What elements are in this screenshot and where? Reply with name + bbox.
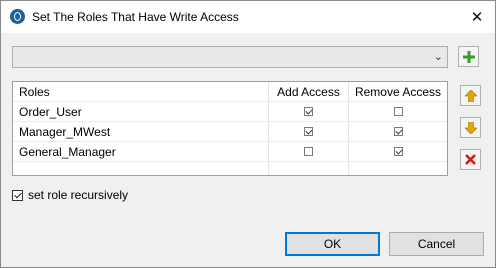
remove-access-checkbox[interactable]: [393, 107, 403, 116]
table-header: Roles Add Access Remove Access: [13, 82, 447, 102]
header-add-access[interactable]: Add Access: [269, 82, 349, 101]
role-name: Manager_MWest: [13, 122, 269, 141]
chevron-down-icon[interactable]: ⌄: [434, 50, 443, 63]
add-role-button[interactable]: [458, 46, 479, 67]
header-remove-access[interactable]: Remove Access: [349, 82, 447, 101]
add-access-checkbox[interactable]: [304, 107, 313, 116]
dialog-window: Set The Roles That Have Write Access ✕ ⌄…: [0, 0, 496, 268]
move-up-button[interactable]: [460, 85, 481, 106]
arrow-down-icon: [464, 121, 477, 134]
recursive-option[interactable]: set role recursively: [12, 188, 128, 202]
table-row[interactable]: Manager_MWest: [13, 122, 447, 142]
close-icon[interactable]: ✕: [459, 1, 495, 33]
remove-role-button[interactable]: [460, 149, 481, 170]
add-access-checkbox[interactable]: [304, 147, 313, 156]
dialog-title: Set The Roles That Have Write Access: [32, 10, 239, 24]
header-roles[interactable]: Roles: [13, 82, 269, 101]
cancel-button[interactable]: Cancel: [389, 232, 484, 256]
move-down-button[interactable]: [460, 117, 481, 138]
title-bar: Set The Roles That Have Write Access ✕: [1, 1, 495, 33]
recursive-label: set role recursively: [28, 188, 129, 202]
plus-icon: [462, 50, 475, 63]
recursive-checkbox[interactable]: [12, 189, 23, 201]
role-name: General_Manager: [13, 142, 269, 161]
add-access-checkbox[interactable]: [304, 127, 313, 136]
arrow-up-icon: [464, 89, 477, 102]
table-row[interactable]: Order_User: [13, 102, 447, 122]
remove-access-checkbox[interactable]: [393, 147, 403, 156]
role-select[interactable]: ⌄: [12, 46, 448, 68]
app-logo-icon: [10, 9, 25, 24]
table-row-empty: [13, 162, 447, 175]
roles-table: Roles Add Access Remove Access Order_Use…: [12, 81, 448, 176]
table-row[interactable]: General_Manager: [13, 142, 447, 162]
remove-access-checkbox[interactable]: [393, 127, 403, 136]
delete-x-icon: [465, 154, 476, 165]
role-name: Order_User: [13, 102, 269, 121]
ok-button[interactable]: OK: [285, 232, 380, 256]
